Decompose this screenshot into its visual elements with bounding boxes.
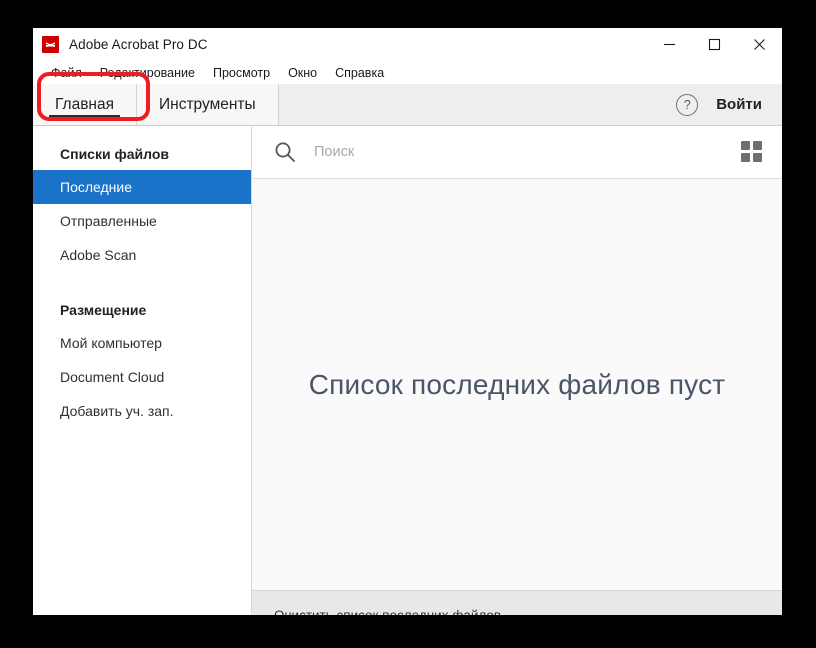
menu-item-file[interactable]: Файл bbox=[42, 64, 91, 82]
tab-home[interactable]: Главная bbox=[33, 84, 137, 125]
clear-recent-files-link[interactable]: Очистить список последних файлов bbox=[274, 608, 501, 616]
sidebar-item-recent[interactable]: Последние bbox=[33, 170, 251, 204]
minimize-button[interactable] bbox=[647, 28, 692, 61]
sidebar: Списки файлов Последние Отправленные Ado… bbox=[33, 126, 252, 615]
window-body: Списки файлов Последние Отправленные Ado… bbox=[33, 126, 782, 615]
window-title: Adobe Acrobat Pro DC bbox=[69, 37, 208, 52]
sign-in-button[interactable]: Войти bbox=[716, 96, 762, 113]
empty-state-area: Список последних файлов пуст bbox=[252, 179, 782, 590]
tab-strip-spacer bbox=[279, 84, 677, 125]
main-content: Список последних файлов пуст Очистить сп… bbox=[252, 126, 782, 615]
empty-state-message: Список последних файлов пуст bbox=[309, 369, 726, 401]
maximize-button[interactable] bbox=[692, 28, 737, 61]
content-footer: Очистить список последних файлов bbox=[252, 590, 782, 615]
title-bar: Adobe Acrobat Pro DC bbox=[33, 28, 782, 61]
sidebar-heading-file-lists: Списки файлов bbox=[33, 138, 251, 170]
sidebar-heading-storage: Размещение bbox=[33, 294, 251, 326]
menu-item-edit[interactable]: Редактирование bbox=[91, 64, 204, 82]
search-icon bbox=[274, 141, 296, 163]
menu-item-help[interactable]: Справка bbox=[326, 64, 393, 82]
adobe-acrobat-logo-icon bbox=[42, 36, 59, 53]
help-icon[interactable]: ? bbox=[676, 94, 698, 116]
sidebar-section-gap bbox=[33, 272, 251, 294]
search-bar bbox=[252, 126, 782, 179]
window-controls bbox=[647, 28, 782, 61]
sidebar-item-sent[interactable]: Отправленные bbox=[33, 204, 251, 238]
sidebar-item-my-computer[interactable]: Мой компьютер bbox=[33, 326, 251, 360]
sidebar-item-add-account[interactable]: Добавить уч. зап. bbox=[33, 394, 251, 428]
sidebar-item-adobe-scan[interactable]: Adobe Scan bbox=[33, 238, 251, 272]
menu-bar: Файл Редактирование Просмотр Окно Справк… bbox=[33, 61, 782, 84]
tab-strip: Главная Инструменты ? Войти bbox=[33, 84, 782, 126]
menu-item-window[interactable]: Окно bbox=[279, 64, 326, 82]
application-window: Adobe Acrobat Pro DC Файл Редактирование… bbox=[33, 28, 782, 615]
menu-item-view[interactable]: Просмотр bbox=[204, 64, 279, 82]
tab-tools[interactable]: Инструменты bbox=[137, 84, 279, 125]
close-button[interactable] bbox=[737, 28, 782, 61]
search-input[interactable] bbox=[312, 143, 741, 161]
sidebar-item-document-cloud[interactable]: Document Cloud bbox=[33, 360, 251, 394]
tab-strip-actions: ? Войти bbox=[676, 84, 782, 125]
grid-view-icon[interactable] bbox=[741, 141, 763, 163]
